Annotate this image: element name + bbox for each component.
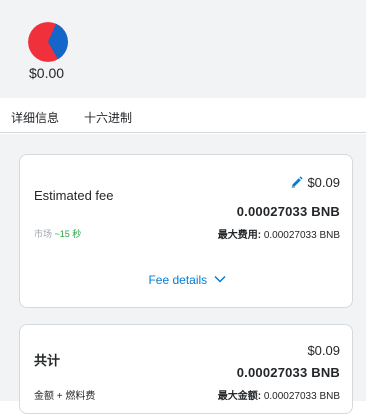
total-amount: 0.00027033 BNB [236, 365, 340, 380]
fee-details-link[interactable]: Fee details [20, 273, 354, 287]
estimated-fee-card: Estimated fee $0.09 0.00027033 BNB 市场 ~1… [19, 154, 353, 308]
market-time: ~15 秒 [54, 229, 82, 239]
total-fiat: $0.09 [307, 343, 340, 358]
pencil-icon[interactable] [291, 176, 304, 191]
details-panel: Estimated fee $0.09 0.00027033 BNB 市场 ~1… [0, 134, 366, 414]
fee-fiat-value: $0.09 [307, 175, 340, 190]
tab-hex[interactable]: 十六进制 [84, 109, 132, 135]
fee-amount: 0.00027033 BNB [236, 204, 340, 219]
fee-fiat-row: $0.09 [291, 175, 340, 191]
total-label: 共计 [34, 353, 61, 368]
market-label: 市场 [34, 229, 53, 239]
account-header: $0.00 [0, 0, 366, 98]
market-estimate: 市场 ~15 秒 [34, 227, 81, 240]
account-balance: $0.00 [29, 65, 65, 81]
identicon-icon [28, 22, 68, 62]
max-fee-label: 最大费用: [217, 230, 262, 241]
chevron-down-icon [211, 273, 226, 287]
max-amount-label: 最大金额: [217, 391, 262, 402]
tab-bar: 详细信息 十六进制 [0, 98, 366, 137]
max-amount-row: 最大金额: 0.00027033 BNB [218, 387, 340, 402]
max-amount-value: 0.00027033 BNB [263, 391, 340, 402]
max-fee-value: 0.00027033 BNB [263, 230, 340, 241]
estimated-fee-label: Estimated fee [34, 188, 114, 203]
max-fee-row: 最大费用: 0.00027033 BNB [218, 226, 340, 241]
total-sub-label: 金额 + 燃料费 [34, 391, 96, 402]
tab-details[interactable]: 详细信息 [11, 109, 60, 137]
account-avatar [28, 22, 68, 62]
fee-details-label: Fee details [148, 273, 208, 287]
